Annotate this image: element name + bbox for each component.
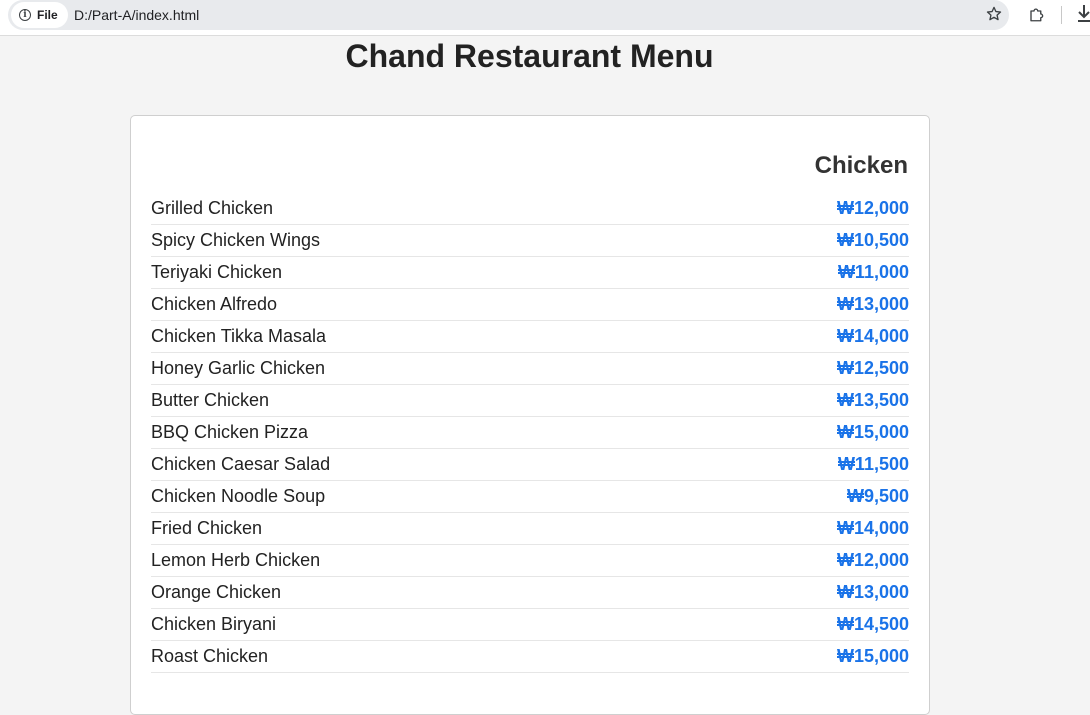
menu-item: BBQ Chicken Pizza ₩15,000 (151, 417, 909, 449)
menu-item-name: Chicken Caesar Salad (151, 454, 331, 474)
menu-item: Chicken Biryani ₩14,500 (151, 609, 909, 641)
menu-item-price: ₩12,000 (836, 550, 909, 570)
url-text[interactable]: D:/Part-A/index.html (74, 6, 199, 24)
menu-item-name: Butter Chicken (151, 390, 270, 410)
toolbar-divider (1061, 6, 1062, 24)
menu-item: Spicy Chicken Wings ₩10,500 (151, 225, 909, 257)
menu-item-name: Chicken Biryani (151, 614, 277, 634)
menu-item-price: ₩14,500 (836, 614, 909, 634)
menu-item-price: ₩12,500 (836, 358, 909, 378)
menu-list: Grilled Chicken ₩12,000 Spicy Chicken Wing… (151, 193, 909, 673)
menu-item-price: ₩13,000 (836, 582, 909, 602)
menu-item-name: Fried Chicken (151, 518, 263, 538)
menu-item-price: ₩15,000 (836, 422, 909, 442)
menu-item: Chicken Alfredo ₩13,000 (151, 289, 909, 321)
menu-item-price: ₩9,500 (846, 486, 909, 506)
menu-item: Roast Chicken ₩15,000 (151, 641, 909, 673)
site-chip-label: File (37, 8, 58, 22)
menu-card: Chicken Grilled Chicken ₩12,000 Spicy Chic… (130, 115, 930, 715)
menu-item-price: ₩11,000 (837, 262, 909, 282)
menu-item-price: ₩11,500 (837, 454, 909, 474)
menu-item-name: BBQ Chicken Pizza (151, 422, 309, 442)
info-icon: i (19, 9, 31, 21)
page-title: Chand Restaurant Menu (345, 38, 714, 74)
menu-item-price: ₩12,000 (836, 198, 909, 218)
site-info-chip[interactable]: i File (11, 2, 68, 28)
menu-item-price: ₩13,000 (836, 294, 909, 314)
star-icon[interactable] (983, 3, 1005, 25)
menu-item-price: ₩15,000 (836, 646, 909, 666)
browser-toolbar: i File D:/Part-A/index.html (0, 0, 1090, 36)
menu-item: Honey Garlic Chicken ₩12,500 (151, 353, 909, 385)
menu-item-price: ₩14,000 (836, 326, 909, 346)
menu-item-name: Chicken Noodle Soup (151, 486, 326, 506)
menu-item-name: Grilled Chicken (151, 198, 274, 218)
menu-item-name: Lemon Herb Chicken (151, 550, 321, 570)
menu-item: Chicken Tikka Masala ₩14,000 (151, 321, 909, 353)
menu-item-price: ₩10,500 (836, 230, 909, 250)
extensions-icon[interactable] (1026, 3, 1048, 25)
address-bar[interactable]: i File D:/Part-A/index.html (8, 0, 1009, 30)
download-icon[interactable] (1076, 3, 1090, 25)
menu-item: Butter Chicken ₩13,500 (151, 385, 909, 417)
menu-item-price: ₩13,500 (836, 390, 909, 410)
menu-item: Orange Chicken ₩13,000 (151, 577, 909, 609)
menu-item-name: Chicken Alfredo (151, 294, 278, 314)
menu-item: Lemon Herb Chicken ₩12,000 (151, 545, 909, 577)
menu-item: Chicken Caesar Salad ₩11,500 (151, 449, 909, 481)
menu-item: Grilled Chicken ₩12,000 (151, 193, 909, 225)
menu-item: Chicken Noodle Soup ₩9,500 (151, 481, 909, 513)
menu-item-price: ₩14,000 (836, 518, 909, 538)
menu-item-name: Chicken Tikka Masala (151, 326, 327, 346)
menu-item-name: Roast Chicken (151, 646, 269, 666)
menu-item-name: Honey Garlic Chicken (151, 358, 326, 378)
menu-item-name: Orange Chicken (151, 582, 282, 602)
menu-item: Fried Chicken ₩14,000 (151, 513, 909, 545)
menu-item-name: Teriyaki Chicken (151, 262, 283, 282)
menu-item-name: Spicy Chicken Wings (151, 230, 321, 250)
menu-item: Teriyaki Chicken ₩11,000 (151, 257, 909, 289)
category-heading: Chicken (814, 152, 908, 179)
